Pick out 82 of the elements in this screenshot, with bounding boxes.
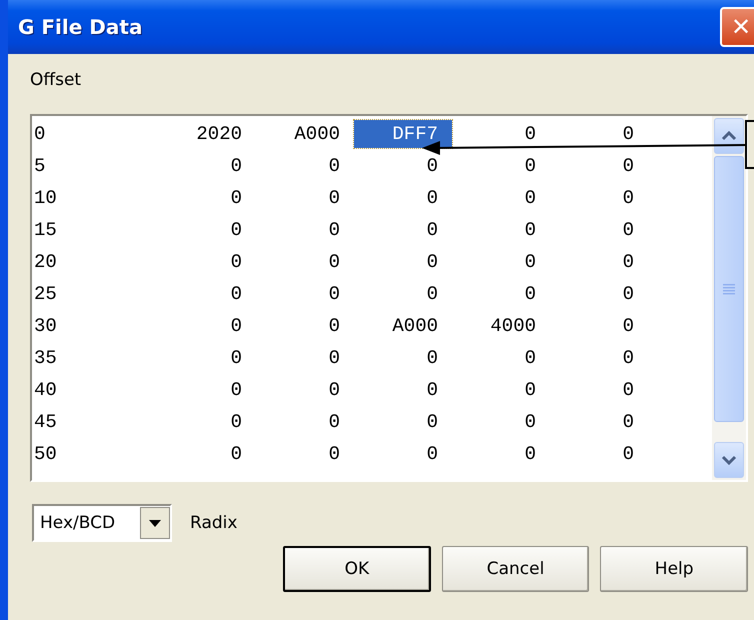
- offset-cell-text: 30: [33, 314, 58, 339]
- value-cell[interactable]: 0: [256, 184, 354, 212]
- value-cell[interactable]: 0: [550, 120, 648, 148]
- value-cell[interactable]: 0: [256, 376, 354, 404]
- value-cell[interactable]: 0: [550, 440, 648, 468]
- value-cell[interactable]: 0: [452, 152, 550, 180]
- value-cell[interactable]: 4000: [452, 312, 550, 340]
- value-cell[interactable]: 0: [256, 344, 354, 372]
- value-cell[interactable]: 0: [158, 184, 256, 212]
- value-cell[interactable]: 0: [550, 408, 648, 436]
- value-cell[interactable]: 0: [452, 344, 550, 372]
- offset-cell-text: 50: [33, 442, 58, 467]
- value-cell[interactable]: 0: [256, 216, 354, 244]
- value-cell[interactable]: 0: [550, 280, 648, 308]
- value-cell[interactable]: A000: [256, 120, 354, 148]
- value-cell[interactable]: 0: [452, 376, 550, 404]
- value-cell[interactable]: 0: [452, 184, 550, 212]
- value-cell[interactable]: 0: [550, 216, 648, 244]
- value-cell[interactable]: 0: [354, 216, 452, 244]
- value-cell[interactable]: 0: [354, 248, 452, 276]
- value-cell[interactable]: 0: [256, 312, 354, 340]
- value-cell[interactable]: 0: [256, 280, 354, 308]
- value-cell[interactable]: 0: [550, 376, 648, 404]
- value-cell[interactable]: 0: [354, 440, 452, 468]
- value-cell[interactable]: 0: [256, 408, 354, 436]
- value-cell[interactable]: 0: [256, 440, 354, 468]
- value-cell[interactable]: DFF7: [354, 120, 452, 148]
- offset-cell-text: 35: [33, 346, 58, 371]
- scroll-down-button[interactable]: [714, 442, 744, 478]
- offset-label: Offset: [30, 70, 82, 90]
- caret-down-icon: [149, 520, 161, 526]
- value-cell[interactable]: A000: [354, 312, 452, 340]
- value-cell[interactable]: 2020: [158, 120, 256, 148]
- radix-label: Radix: [190, 513, 238, 533]
- value-cell[interactable]: 0: [158, 376, 256, 404]
- value-cell[interactable]: 0: [158, 280, 256, 308]
- value-cell[interactable]: 0: [452, 408, 550, 436]
- value-cell[interactable]: 0: [354, 152, 452, 180]
- offset-cell-text: 10: [33, 186, 58, 211]
- value-cell[interactable]: 0: [256, 152, 354, 180]
- dialog-button[interactable]: Help: [600, 546, 748, 592]
- value-cell[interactable]: 0: [158, 312, 256, 340]
- offset-cell-text: 20: [33, 250, 58, 275]
- value-cell[interactable]: 0: [452, 440, 550, 468]
- offset-cell-text: 15: [33, 218, 58, 243]
- scrollbar[interactable]: [712, 116, 746, 480]
- offset-cell-text: 0: [33, 122, 46, 147]
- value-cell[interactable]: 0: [550, 184, 648, 212]
- value-cell[interactable]: 0: [158, 248, 256, 276]
- value-cell[interactable]: 0: [452, 248, 550, 276]
- dialog-button[interactable]: Cancel: [442, 546, 590, 592]
- value-cell[interactable]: 0: [550, 152, 648, 180]
- chevron-down-icon: [721, 455, 737, 465]
- offset-cell-text: 40: [33, 378, 58, 403]
- value-cell[interactable]: 0: [550, 248, 648, 276]
- value-cell[interactable]: 0: [158, 152, 256, 180]
- callout-box: [745, 120, 754, 169]
- dialog-button[interactable]: OK: [283, 546, 431, 592]
- value-cell[interactable]: 0: [354, 280, 452, 308]
- value-cell[interactable]: 0: [550, 312, 648, 340]
- chevron-up-icon: [721, 131, 737, 141]
- value-cell[interactable]: 0: [452, 280, 550, 308]
- value-cell[interactable]: 0: [354, 408, 452, 436]
- value-cell[interactable]: 0: [158, 344, 256, 372]
- value-cell[interactable]: 0: [256, 248, 354, 276]
- value-cell[interactable]: 0: [452, 216, 550, 244]
- offset-cell-text: 45: [33, 410, 58, 435]
- value-cell[interactable]: 0: [354, 344, 452, 372]
- radix-dropdown[interactable]: Hex/BCD: [32, 504, 172, 542]
- value-cell[interactable]: 0: [550, 344, 648, 372]
- value-cell[interactable]: 0: [158, 408, 256, 436]
- value-cell[interactable]: 0: [354, 184, 452, 212]
- value-cell[interactable]: 0: [158, 216, 256, 244]
- window-title: G File Data: [18, 15, 142, 39]
- scroll-up-button[interactable]: [714, 118, 744, 154]
- grip-icon: [723, 283, 735, 295]
- value-cell[interactable]: 0: [452, 120, 550, 148]
- scroll-thumb[interactable]: [714, 156, 744, 422]
- offset-cell-text: 25: [33, 282, 58, 307]
- offset-cell-text: 5: [33, 154, 46, 179]
- value-cell[interactable]: 0: [158, 440, 256, 468]
- value-cell[interactable]: 0: [354, 376, 452, 404]
